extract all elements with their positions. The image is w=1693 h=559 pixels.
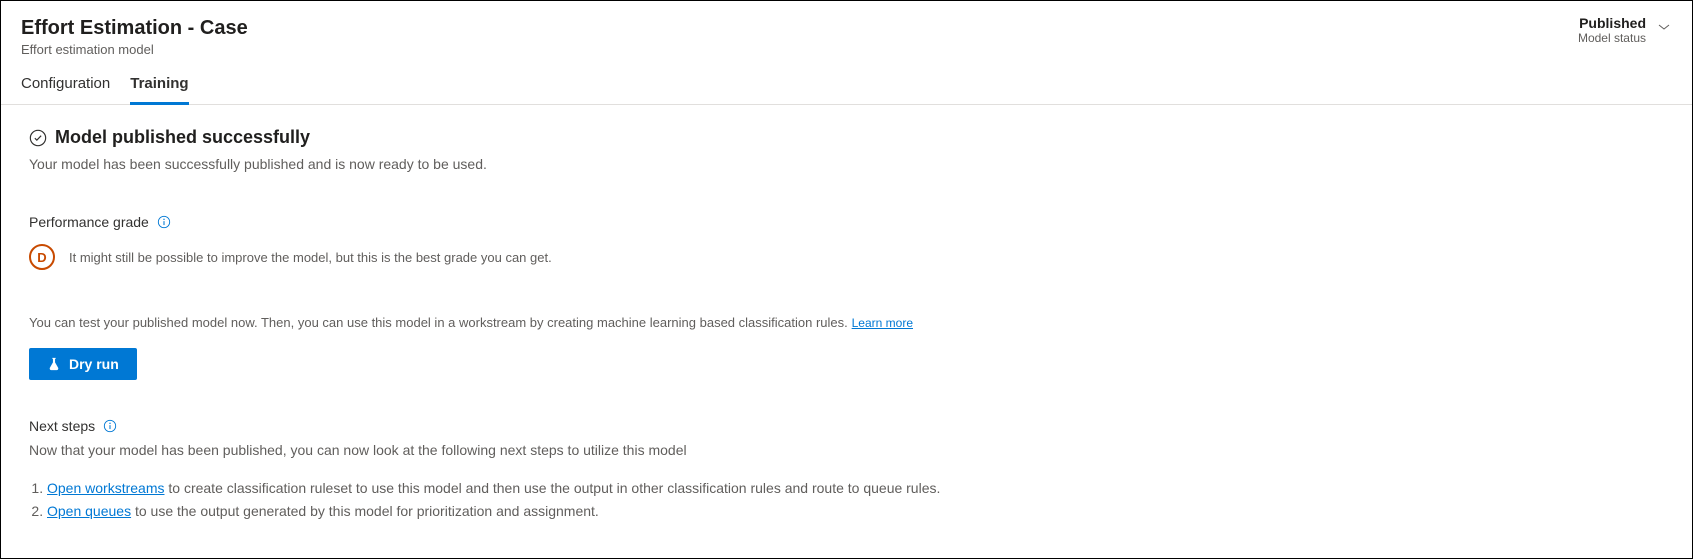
test-section: You can test your published model now. T… (29, 314, 1664, 380)
tabstrip: Configuration Training (1, 57, 1692, 105)
chevron-down-icon[interactable] (1656, 19, 1672, 38)
next-steps-header: Next steps (29, 418, 1664, 434)
performance-label: Performance grade (29, 214, 149, 230)
next-steps-description: Now that your model has been published, … (29, 442, 1664, 458)
tab-training[interactable]: Training (130, 75, 188, 105)
info-icon[interactable] (157, 215, 171, 229)
info-icon[interactable] (103, 419, 117, 433)
steps-list: Open workstreams to create classificatio… (29, 478, 1664, 522)
success-banner: Model published successfully (29, 127, 1664, 148)
page-title: Effort Estimation - Case (21, 15, 248, 41)
learn-more-link[interactable]: Learn more (852, 316, 913, 330)
grade-badge: D (29, 244, 55, 270)
main-content: Model published successfully Your model … (1, 105, 1692, 546)
open-queues-link[interactable]: Open queues (47, 503, 131, 519)
list-item: Open workstreams to create classificatio… (47, 478, 1664, 499)
header-left: Effort Estimation - Case Effort estimati… (21, 15, 248, 57)
dry-run-button[interactable]: Dry run (29, 348, 137, 380)
performance-description: It might still be possible to improve th… (69, 250, 552, 265)
step-text: to create classification ruleset to use … (164, 480, 940, 496)
performance-header: Performance grade (29, 214, 1664, 230)
next-steps-label: Next steps (29, 418, 95, 434)
list-item: Open queues to use the output generated … (47, 501, 1664, 522)
page-header: Effort Estimation - Case Effort estimati… (1, 1, 1692, 57)
performance-row: D It might still be possible to improve … (29, 244, 1664, 270)
step-text: to use the output generated by this mode… (131, 503, 599, 519)
status-value: Published (1579, 15, 1646, 31)
success-title: Model published successfully (55, 127, 310, 148)
performance-section: Performance grade D It might still be po… (29, 214, 1664, 270)
header-right: Published Model status (1578, 15, 1672, 45)
dry-run-label: Dry run (69, 356, 119, 372)
success-description: Your model has been successfully publish… (29, 156, 1664, 172)
next-steps-section: Next steps Now that your model has been … (29, 418, 1664, 522)
tab-configuration[interactable]: Configuration (21, 75, 110, 105)
flask-icon (47, 357, 61, 371)
test-text: You can test your published model now. T… (29, 315, 848, 330)
open-workstreams-link[interactable]: Open workstreams (47, 480, 164, 496)
model-status: Published Model status (1578, 15, 1646, 45)
status-label: Model status (1578, 31, 1646, 45)
checkmark-circle-icon (29, 129, 47, 147)
page-subtitle: Effort estimation model (21, 42, 248, 57)
